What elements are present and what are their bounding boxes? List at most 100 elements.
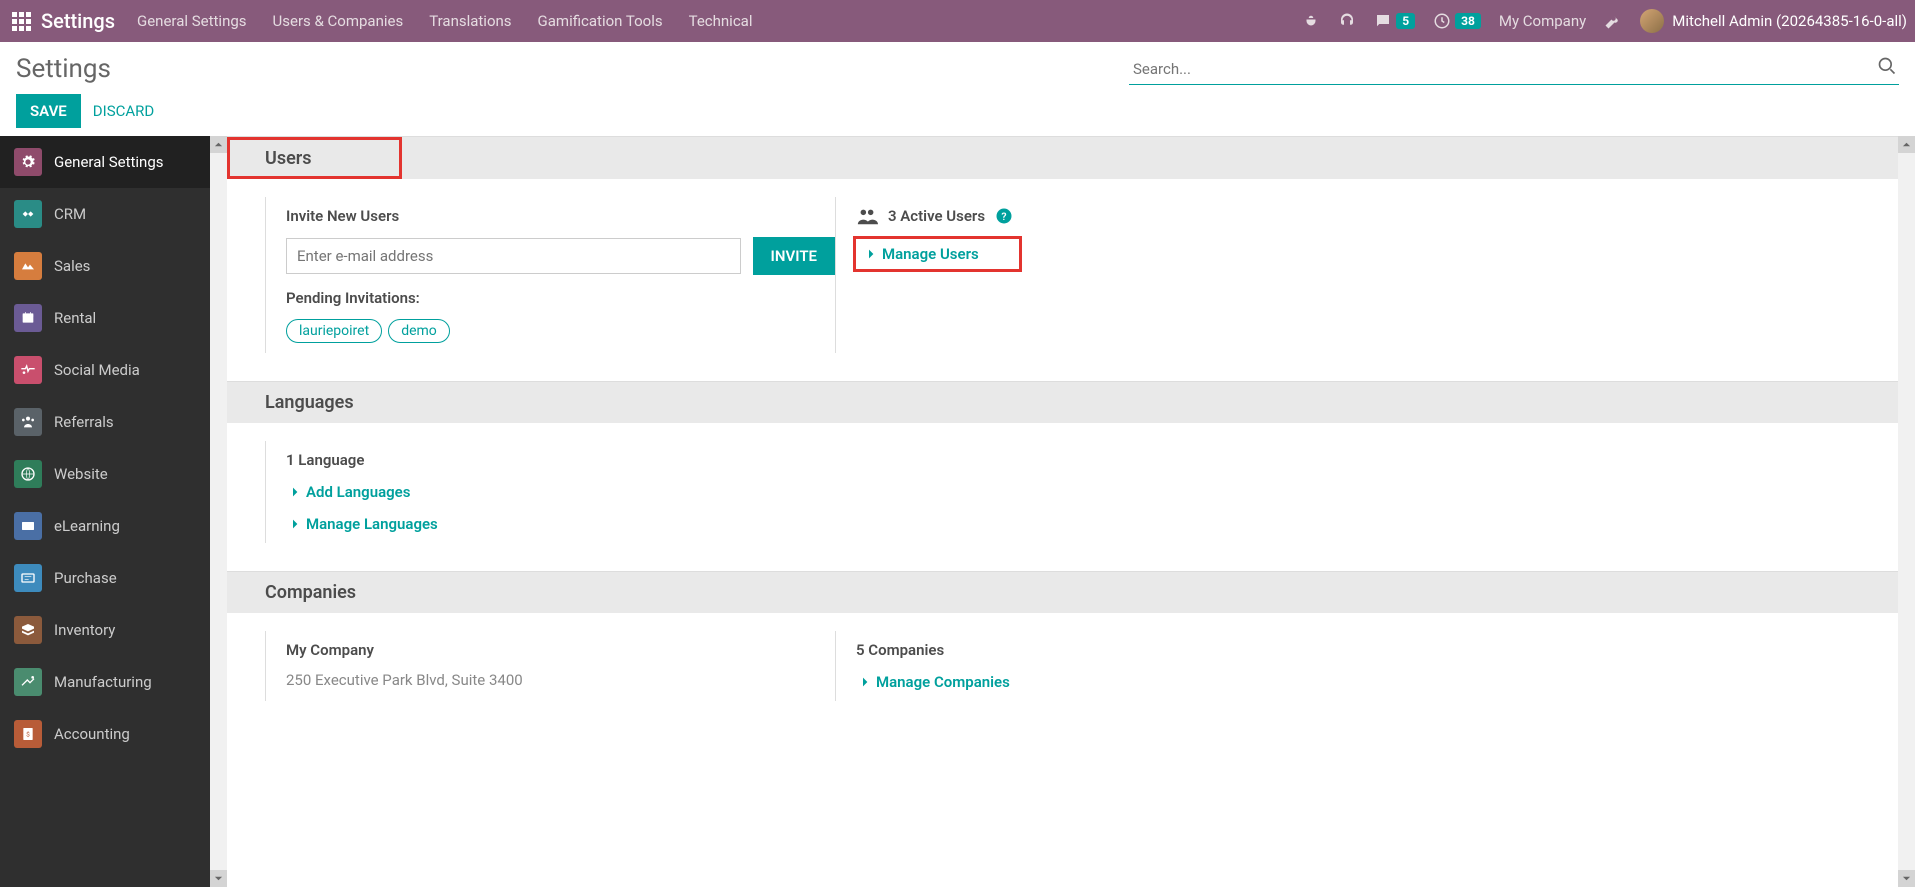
pending-tag[interactable]: lauriepoiret: [286, 319, 382, 343]
company-address: 250 Executive Park Blvd, Suite 3400: [286, 671, 835, 689]
control-panel: Settings SAVE DISCARD: [0, 42, 1915, 136]
support-icon[interactable]: [1338, 12, 1356, 30]
scroll-up-icon[interactable]: [1898, 136, 1915, 153]
sidebar-item-social-media[interactable]: Social Media: [0, 344, 210, 396]
sidebar-icon: [14, 616, 42, 644]
user-name: Mitchell Admin (20264385-16-0-all): [1672, 12, 1907, 30]
apps-icon[interactable]: [12, 12, 31, 31]
settings-sidebar: General Settings CRM Sales Rental Social Med…: [0, 136, 210, 887]
sidebar-label: Purchase: [54, 569, 117, 587]
sidebar-item-sales[interactable]: Sales: [0, 240, 210, 292]
invite-button[interactable]: INVITE: [753, 237, 835, 275]
manage-languages-link[interactable]: Manage Languages: [286, 515, 835, 533]
manage-companies-link[interactable]: Manage Companies: [856, 673, 1860, 691]
nav-general-settings[interactable]: General Settings: [137, 12, 247, 30]
arrow-right-icon: [286, 485, 300, 499]
scroll-up-icon[interactable]: [210, 136, 227, 153]
sidebar-scrollbar[interactable]: [210, 136, 227, 887]
sidebar-item-crm[interactable]: CRM: [0, 188, 210, 240]
sidebar-label: Accounting: [54, 725, 130, 743]
section-users-head: Users: [227, 137, 402, 179]
activities-button[interactable]: 38: [1433, 12, 1481, 30]
messages-badge: 5: [1396, 13, 1415, 29]
bug-icon[interactable]: [1302, 12, 1320, 30]
pending-label: Pending Invitations:: [286, 289, 835, 307]
save-button[interactable]: SAVE: [16, 94, 81, 128]
content-scrollbar[interactable]: [1898, 136, 1915, 887]
companies-count: 5 Companies: [856, 641, 1860, 659]
sidebar-label: Referrals: [54, 413, 114, 431]
company-switcher[interactable]: My Company: [1499, 12, 1586, 30]
add-languages-label: Add Languages: [306, 483, 410, 501]
nav-technical[interactable]: Technical: [689, 12, 753, 30]
search-icon[interactable]: [1877, 56, 1897, 76]
activities-badge: 38: [1455, 13, 1481, 29]
active-users-count: 3 Active Users: [888, 207, 985, 225]
sidebar-item-referrals[interactable]: Referrals: [0, 396, 210, 448]
messages-button[interactable]: 5: [1374, 12, 1415, 30]
sidebar-item-rental[interactable]: Rental: [0, 292, 210, 344]
arrow-right-icon: [862, 247, 876, 261]
sidebar-label: Manufacturing: [54, 673, 152, 691]
manage-companies-label: Manage Companies: [876, 673, 1010, 691]
user-menu[interactable]: Mitchell Admin (20264385-16-0-all): [1640, 9, 1907, 33]
sidebar-icon: [14, 200, 42, 228]
arrow-right-icon: [286, 517, 300, 531]
company-name: My Company: [286, 641, 835, 659]
add-languages-link[interactable]: Add Languages: [286, 483, 835, 501]
sidebar-label: Sales: [54, 257, 90, 275]
brand[interactable]: Settings: [41, 9, 115, 33]
chat-icon: [1374, 12, 1392, 30]
manage-users-label: Manage Users: [882, 245, 979, 263]
svg-text:$: $: [26, 731, 30, 739]
users-icon: [856, 207, 878, 225]
section-companies-head: Companies: [227, 571, 1898, 613]
sidebar-icon: [14, 356, 42, 384]
sidebar-item-inventory[interactable]: Inventory: [0, 604, 210, 656]
pending-tag[interactable]: demo: [388, 319, 450, 343]
scroll-down-icon[interactable]: [210, 870, 227, 887]
sidebar-label: Social Media: [54, 361, 140, 379]
sidebar-icon: [14, 668, 42, 696]
search-input[interactable]: [1129, 54, 1899, 85]
language-count: 1 Language: [286, 451, 835, 469]
sidebar-item-accounting[interactable]: $ Accounting: [0, 708, 210, 760]
sidebar-icon: [14, 148, 42, 176]
invite-email-input[interactable]: [286, 238, 741, 274]
sidebar-icon: [14, 252, 42, 280]
clock-icon: [1433, 12, 1451, 30]
sidebar-icon: [14, 564, 42, 592]
sidebar-label: Rental: [54, 309, 96, 327]
sidebar-item-website[interactable]: Website: [0, 448, 210, 500]
page-title: Settings: [16, 54, 154, 84]
sidebar-item-manufacturing[interactable]: Manufacturing: [0, 656, 210, 708]
sidebar-label: CRM: [54, 205, 86, 223]
tools-icon[interactable]: [1604, 12, 1622, 30]
main: General Settings CRM Sales Rental Social Med…: [0, 136, 1915, 887]
sidebar-icon: [14, 512, 42, 540]
top-right: 5 38 My Company Mitchell Admin (20264385…: [1302, 9, 1907, 33]
manage-users-link[interactable]: Manage Users: [856, 239, 1019, 269]
nav-gamification[interactable]: Gamification Tools: [538, 12, 663, 30]
topbar: Settings General Settings Users & Compan…: [0, 0, 1915, 42]
sidebar-label: Website: [54, 465, 108, 483]
arrow-right-icon: [856, 675, 870, 689]
nav-translations[interactable]: Translations: [429, 12, 511, 30]
sidebar-icon: [14, 304, 42, 332]
sidebar-item-purchase[interactable]: Purchase: [0, 552, 210, 604]
sidebar-icon: [14, 460, 42, 488]
sidebar-item-general-settings[interactable]: General Settings: [0, 136, 210, 188]
discard-button[interactable]: DISCARD: [93, 102, 154, 120]
manage-languages-label: Manage Languages: [306, 515, 438, 533]
sidebar-label: eLearning: [54, 517, 120, 535]
svg-text:?: ?: [1001, 210, 1006, 223]
top-nav: General Settings Users & Companies Trans…: [137, 12, 752, 30]
avatar: [1640, 9, 1664, 33]
sidebar-item-elearning[interactable]: eLearning: [0, 500, 210, 552]
scroll-down-icon[interactable]: [1898, 870, 1915, 887]
nav-users-companies[interactable]: Users & Companies: [273, 12, 404, 30]
sidebar-label: Inventory: [54, 621, 115, 639]
help-icon[interactable]: ?: [995, 207, 1013, 225]
sidebar-label: General Settings: [54, 153, 164, 171]
section-languages-head: Languages: [227, 381, 1898, 423]
